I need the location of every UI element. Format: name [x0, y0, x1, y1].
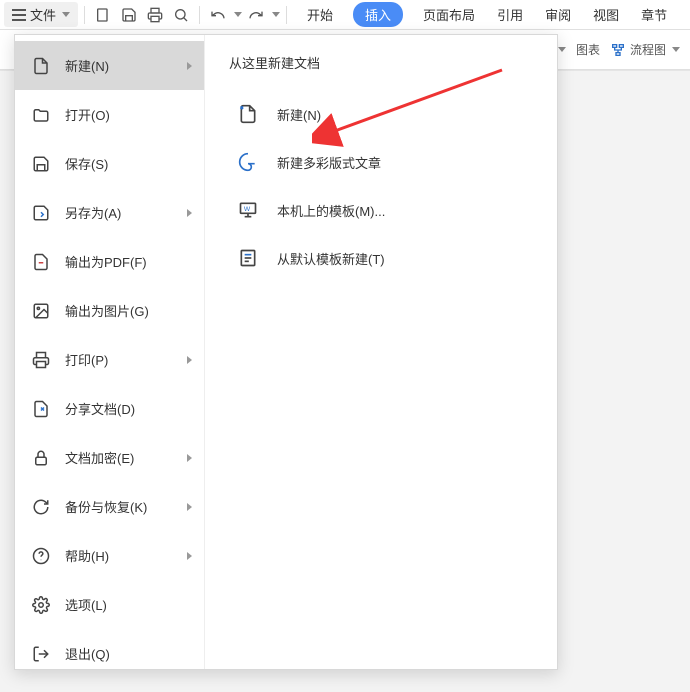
new-doc-icon	[237, 103, 259, 125]
chevron-right-icon	[187, 356, 192, 364]
menu-item-backup[interactable]: 备份与恢复(K)	[15, 482, 204, 531]
menu-label: 新建(N)	[65, 56, 109, 75]
undo-icon[interactable]	[206, 3, 230, 27]
menu-label: 分享文档(D)	[65, 399, 135, 418]
menu-item-open[interactable]: 打开(O)	[15, 90, 204, 139]
chevron-down-icon	[672, 47, 680, 52]
save-as-icon	[31, 203, 51, 223]
menu-label: 另存为(A)	[65, 203, 121, 222]
preview-icon[interactable]	[169, 3, 193, 27]
chevron-right-icon	[187, 62, 192, 70]
file-menu-right: 从这里新建文档 新建(N) 新建多彩版式文章 W 本机上的模板(M)... 从默…	[205, 35, 557, 669]
new-icon	[31, 56, 51, 76]
tab-chapter[interactable]: 章节	[639, 1, 669, 28]
tab-start[interactable]: 开始	[305, 1, 335, 28]
pdf-icon	[31, 252, 51, 272]
menu-label: 打印(P)	[65, 350, 108, 369]
print-icon[interactable]	[143, 3, 167, 27]
share-icon	[31, 399, 51, 419]
menu-label: 输出为图片(G)	[65, 301, 149, 320]
menu-label: 帮助(H)	[65, 546, 109, 565]
new-doc-icon[interactable]	[91, 3, 115, 27]
menu-label: 文档加密(E)	[65, 448, 134, 467]
menu-item-export-img[interactable]: 输出为图片(G)	[15, 286, 204, 335]
submenu-item-new[interactable]: 新建(N)	[229, 90, 533, 138]
gear-icon	[31, 595, 51, 615]
menu-item-save-as[interactable]: 另存为(A)	[15, 188, 204, 237]
submenu-label: 从默认模板新建(T)	[277, 249, 385, 268]
menu-label: 输出为PDF(F)	[65, 252, 147, 271]
menu-label: 退出(Q)	[65, 644, 110, 663]
chevron-down-icon[interactable]	[272, 12, 280, 17]
menu-label: 选项(L)	[65, 595, 107, 614]
separator	[199, 6, 200, 24]
template-local-icon: W	[237, 199, 259, 221]
submenu-title: 从这里新建文档	[229, 53, 533, 72]
exit-icon	[31, 644, 51, 664]
chevron-right-icon	[187, 454, 192, 462]
menu-label: 打开(O)	[65, 105, 110, 124]
lock-icon	[31, 448, 51, 468]
print-icon	[31, 350, 51, 370]
flowchart-icon	[610, 42, 626, 58]
menu-item-help[interactable]: 帮助(H)	[15, 531, 204, 580]
menu-item-export-pdf[interactable]: 输出为PDF(F)	[15, 237, 204, 286]
top-toolbar: 文件 开始 插入 页面布局 引用 审阅 视图 章节	[0, 0, 690, 30]
chevron-right-icon	[187, 209, 192, 217]
separator	[286, 6, 287, 24]
menu-item-save[interactable]: 保存(S)	[15, 139, 204, 188]
file-menu-panel: 新建(N) 打开(O) 保存(S) 另存为(A) 输出为PD	[14, 34, 558, 670]
chevron-right-icon	[187, 503, 192, 511]
svg-text:W: W	[244, 206, 251, 213]
chevron-down-icon	[558, 47, 566, 52]
chevron-down-icon	[62, 12, 70, 17]
chevron-down-icon[interactable]	[234, 12, 242, 17]
redo-icon[interactable]	[244, 3, 268, 27]
ribbon-tabs: 开始 插入 页面布局 引用 审阅 视图 章节	[305, 1, 669, 28]
menu-item-new[interactable]: 新建(N)	[15, 41, 204, 90]
flowchart-button[interactable]: 流程图	[610, 41, 680, 58]
menu-item-encrypt[interactable]: 文档加密(E)	[15, 433, 204, 482]
submenu-item-default-template[interactable]: 从默认模板新建(T)	[229, 234, 533, 282]
save-icon[interactable]	[117, 3, 141, 27]
menu-label: 备份与恢复(K)	[65, 497, 147, 516]
chevron-right-icon	[187, 552, 192, 560]
tab-review[interactable]: 审阅	[543, 1, 573, 28]
template-default-icon	[237, 247, 259, 269]
tab-page-layout[interactable]: 页面布局	[421, 1, 477, 28]
file-label: 文件	[30, 5, 56, 24]
tab-reference[interactable]: 引用	[495, 1, 525, 28]
submenu-label: 新建(N)	[277, 105, 321, 124]
menu-item-exit[interactable]: 退出(Q)	[15, 629, 204, 678]
menu-item-print[interactable]: 打印(P)	[15, 335, 204, 384]
tab-insert[interactable]: 插入	[353, 2, 403, 27]
backup-icon	[31, 497, 51, 517]
separator	[84, 6, 85, 24]
menu-item-options[interactable]: 选项(L)	[15, 580, 204, 629]
chart-frag-label: 图表	[576, 41, 600, 58]
flowchart-label: 流程图	[630, 41, 666, 58]
submenu-item-color-doc[interactable]: 新建多彩版式文章	[229, 138, 533, 186]
help-icon	[31, 546, 51, 566]
menu-label: 保存(S)	[65, 154, 108, 173]
hamburger-icon	[12, 9, 26, 21]
image-icon	[31, 301, 51, 321]
menu-item-share[interactable]: 分享文档(D)	[15, 384, 204, 433]
color-doc-icon	[237, 151, 259, 173]
folder-icon	[31, 105, 51, 125]
save-icon	[31, 154, 51, 174]
submenu-item-local-template[interactable]: W 本机上的模板(M)...	[229, 186, 533, 234]
submenu-label: 本机上的模板(M)...	[277, 201, 385, 220]
tab-view[interactable]: 视图	[591, 1, 621, 28]
file-menu-left: 新建(N) 打开(O) 保存(S) 另存为(A) 输出为PD	[15, 35, 205, 669]
file-menu-button[interactable]: 文件	[4, 2, 78, 27]
submenu-label: 新建多彩版式文章	[277, 153, 381, 172]
